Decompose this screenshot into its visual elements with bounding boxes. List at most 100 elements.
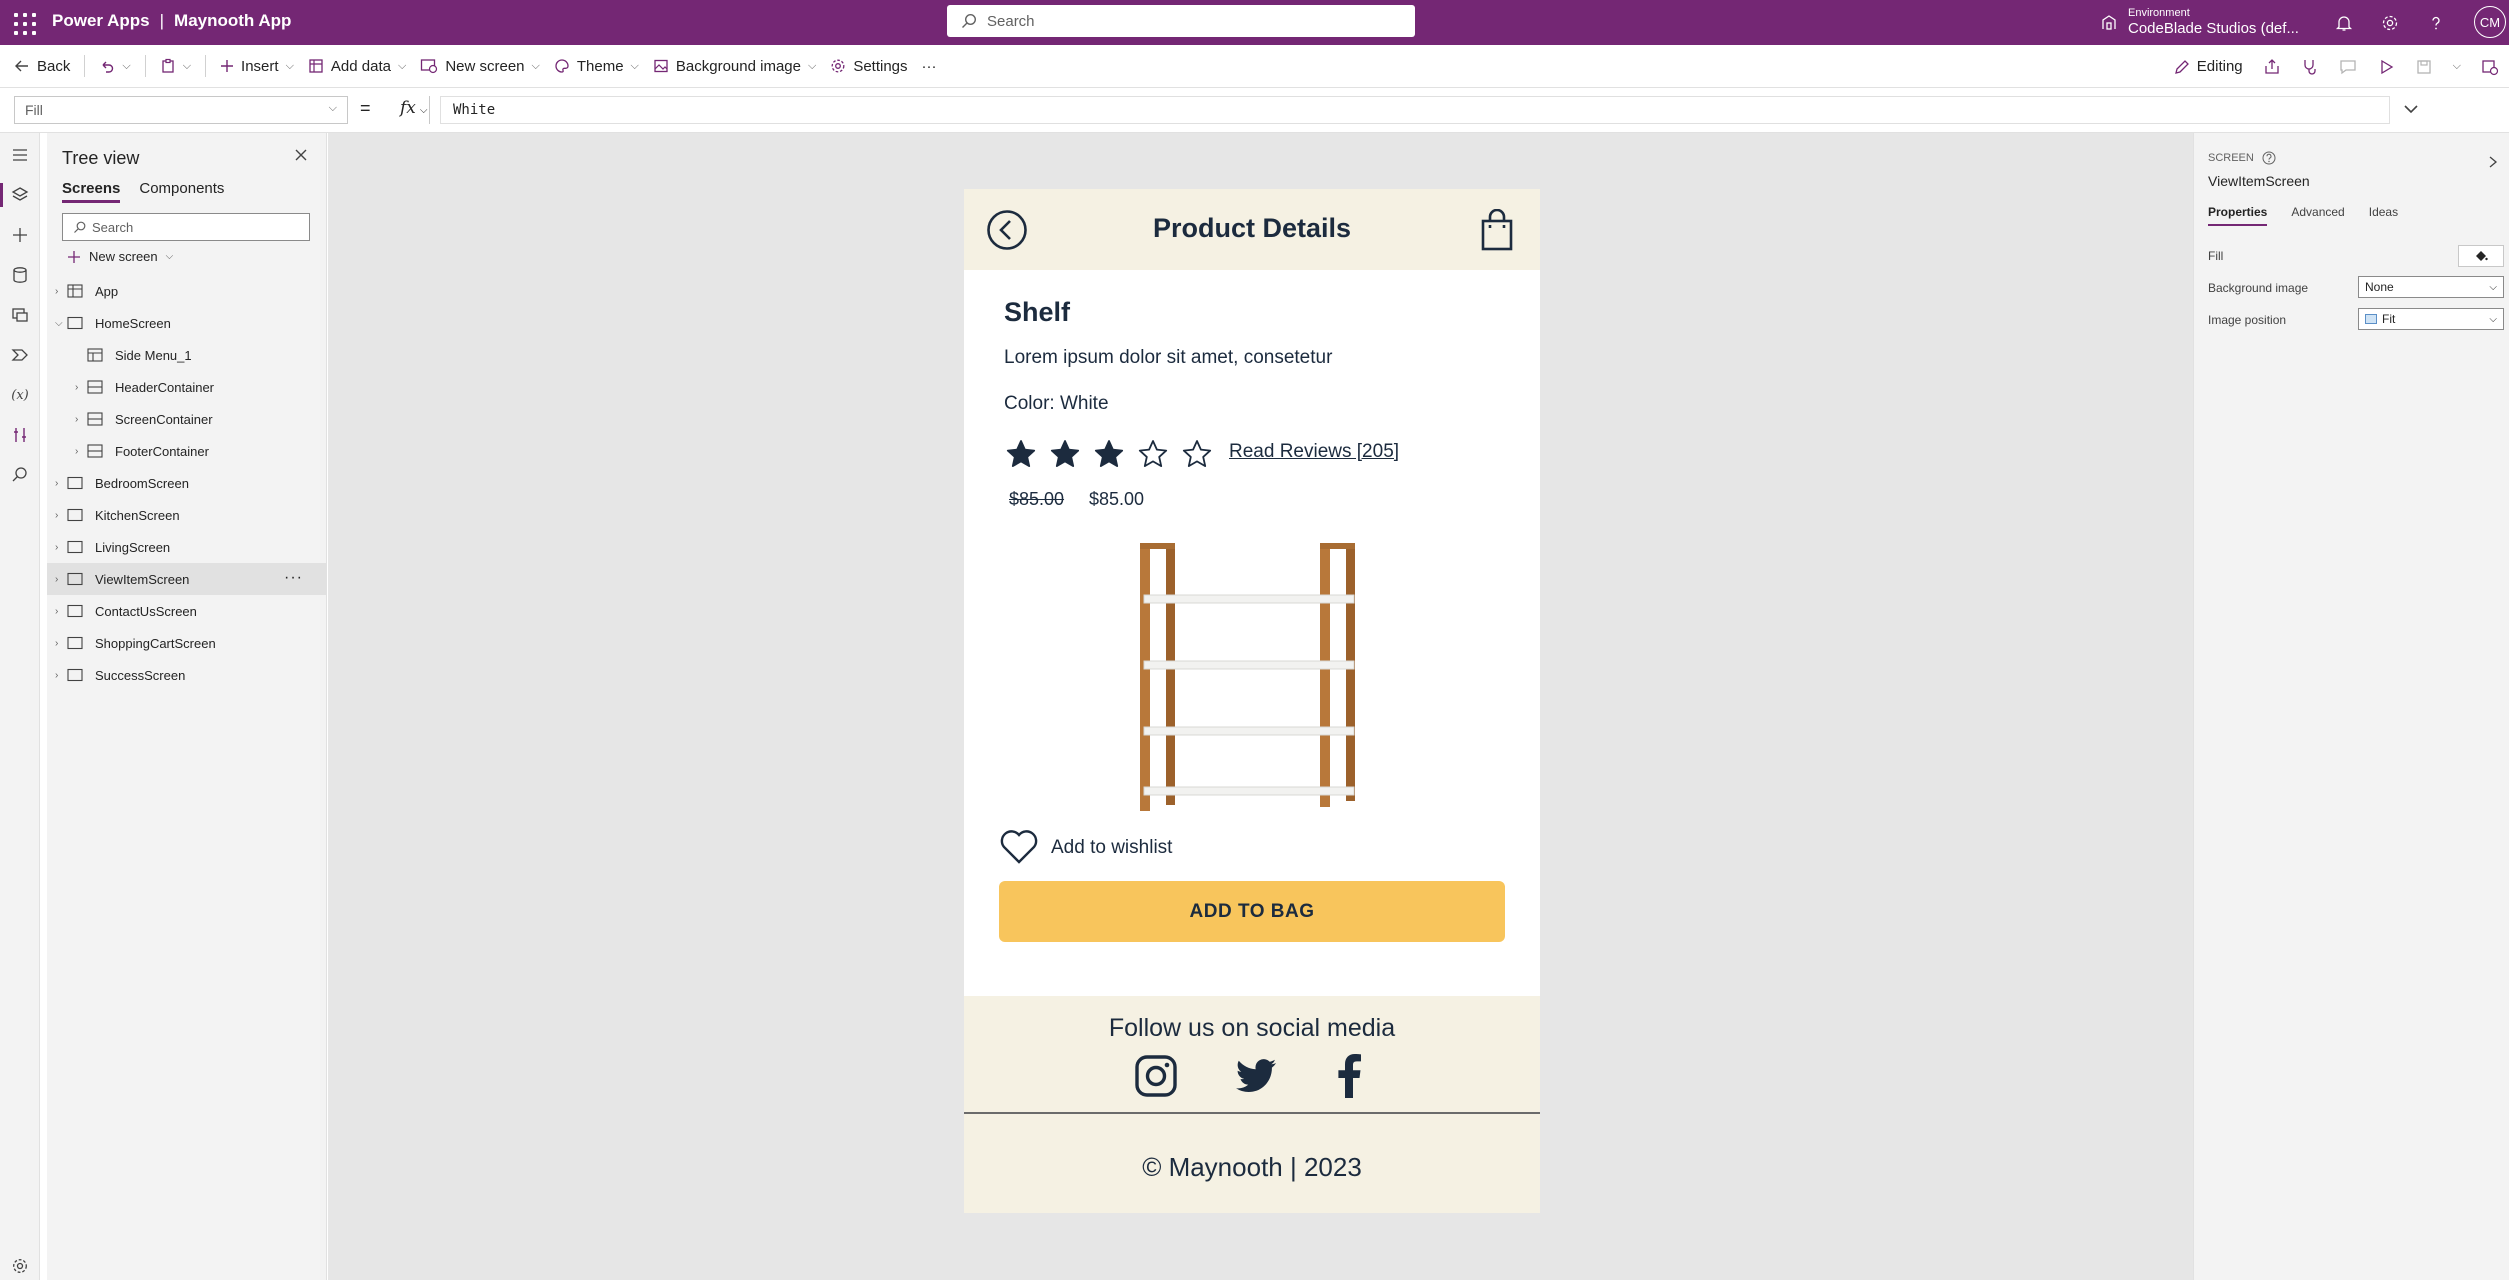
image-position-dropdown[interactable]: Fit ⌵ <box>2358 308 2504 330</box>
new-screen-tree-button[interactable]: New screen ⌵ <box>67 249 173 264</box>
product-name: Power Apps <box>52 11 150 30</box>
heart-icon[interactable] <box>999 829 1039 865</box>
new-screen-button[interactable]: New screen ⌵ <box>420 58 540 75</box>
tree-item-screencontainer[interactable]: › ScreenContainer <box>47 403 327 435</box>
tools-icon[interactable] <box>8 423 32 447</box>
tree-item-livingscreen[interactable]: › LivingScreen <box>47 531 327 563</box>
tree-item-shoppingcartscreen[interactable]: › ShoppingCartScreen <box>47 627 327 659</box>
property-dropdown[interactable]: Fill ⌵ <box>14 96 348 124</box>
tree-item-footercontainer[interactable]: › FooterContainer <box>47 435 327 467</box>
more-options-icon[interactable]: ··· <box>284 569 303 587</box>
help-icon[interactable] <box>2422 9 2450 37</box>
star-filled-icon[interactable] <box>1092 437 1126 471</box>
tree-item-contactusscreen[interactable]: › ContactUsScreen <box>47 595 327 627</box>
star-filled-icon[interactable] <box>1004 437 1038 471</box>
tree-item-successscreen[interactable]: › SuccessScreen <box>47 659 327 691</box>
chevron-down-icon[interactable] <box>2400 98 2422 120</box>
plus-icon[interactable] <box>8 223 32 247</box>
insert-button[interactable]: Insert ⌵ <box>220 58 294 75</box>
close-icon[interactable] <box>293 147 309 163</box>
theme-button[interactable]: Theme ⌵ <box>554 58 639 75</box>
read-reviews-link[interactable]: Read Reviews [205] <box>1229 441 1399 463</box>
star-outline-icon[interactable] <box>1136 437 1170 471</box>
facebook-icon[interactable] <box>1334 1054 1364 1098</box>
chevron-right-icon[interactable]: › <box>55 670 67 681</box>
tree-item-kitchenscreen[interactable]: › KitchenScreen <box>47 499 327 531</box>
chevron-right-icon[interactable]: › <box>55 574 67 585</box>
gear-icon[interactable] <box>2376 9 2404 37</box>
tree-search-input[interactable]: Search <box>62 213 310 241</box>
layers-icon[interactable] <box>0 183 32 207</box>
variables-icon[interactable]: (x) <box>8 383 32 407</box>
media-icon[interactable] <box>8 303 32 327</box>
background-image-value: None <box>2365 280 2394 294</box>
background-image-button[interactable]: Background image ⌵ <box>653 58 816 75</box>
tree-search-placeholder: Search <box>92 219 134 235</box>
search-icon <box>74 221 86 233</box>
play-icon[interactable] <box>2377 58 2395 76</box>
chevron-right-icon[interactable]: › <box>55 478 67 489</box>
tree-item-viewitemscreen[interactable]: › ViewItemScreen ··· <box>47 563 327 595</box>
chevron-right-icon[interactable]: › <box>55 606 67 617</box>
background-image-dropdown[interactable]: None ⌵ <box>2358 276 2504 298</box>
tab-ideas[interactable]: Ideas <box>2369 205 2398 226</box>
tree-item-headercontainer[interactable]: › HeaderContainer <box>47 371 327 403</box>
tab-screens[interactable]: Screens <box>62 180 121 203</box>
chevron-right-icon[interactable]: › <box>75 446 87 457</box>
chevron-right-icon[interactable]: › <box>75 382 87 393</box>
shopping-bag-icon[interactable] <box>1481 209 1513 251</box>
add-to-bag-button[interactable]: ADD TO BAG <box>999 881 1505 942</box>
tree-item-app[interactable]: › App <box>47 275 327 307</box>
tree-item-homescreen[interactable]: ⌵ HomeScreen <box>47 307 327 339</box>
chevron-right-icon[interactable]: › <box>55 638 67 649</box>
star-filled-icon[interactable] <box>1048 437 1082 471</box>
avatar[interactable]: CM <box>2474 6 2506 38</box>
table-icon <box>309 59 323 73</box>
chevron-right-icon[interactable]: › <box>55 542 67 553</box>
bell-icon[interactable] <box>2330 9 2358 37</box>
undo-button[interactable]: ⌵ <box>99 58 131 74</box>
instagram-icon[interactable] <box>1134 1054 1178 1098</box>
screen-icon <box>67 316 85 330</box>
add-to-wishlist-label[interactable]: Add to wishlist <box>1051 837 1172 859</box>
chevron-right-icon[interactable]: › <box>55 286 67 297</box>
chevron-right-icon[interactable]: › <box>55 510 67 521</box>
chevron-right-icon[interactable]: › <box>75 414 87 425</box>
back-button[interactable]: Back <box>14 58 70 75</box>
global-search-input[interactable]: Search <box>947 5 1415 37</box>
fill-label: Fill <box>2208 249 2224 263</box>
tree-item-bedroomscreen[interactable]: › BedroomScreen <box>47 467 327 499</box>
tree-item-side-menu-1[interactable]: Side Menu_1 <box>47 339 327 371</box>
twitter-icon[interactable] <box>1234 1054 1278 1098</box>
database-icon[interactable] <box>8 263 32 287</box>
settings-button[interactable]: Settings <box>830 58 908 75</box>
tab-components[interactable]: Components <box>139 180 224 203</box>
star-outline-icon[interactable] <box>1180 437 1214 471</box>
app-launcher-icon[interactable] <box>10 9 38 37</box>
tab-properties[interactable]: Properties <box>2208 205 2268 226</box>
add-data-button[interactable]: Add data ⌵ <box>308 58 406 75</box>
hamburger-icon[interactable] <box>8 143 32 167</box>
save-icon[interactable] <box>2415 58 2433 76</box>
gear-icon[interactable] <box>8 1254 32 1278</box>
paste-button[interactable]: ⌵ <box>160 58 191 74</box>
app-screen-preview[interactable]: Product Details Shelf Lorem ipsum dolor … <box>964 189 1540 1213</box>
fx-icon[interactable]: fx ⌵ <box>386 96 430 124</box>
chevron-down-icon: ⌵ <box>122 59 131 72</box>
editing-button[interactable]: Editing <box>2174 58 2243 75</box>
search-icon[interactable] <box>8 463 32 487</box>
chevron-down-icon[interactable]: ⌵ <box>55 318 67 329</box>
share-icon[interactable] <box>2263 58 2281 76</box>
chevron-right-icon[interactable] <box>2486 155 2500 169</box>
powerautomate-icon[interactable] <box>8 343 32 367</box>
help-icon[interactable] <box>2262 151 2276 165</box>
chevron-down-icon[interactable]: ⌵ <box>2453 60 2461 73</box>
tab-advanced[interactable]: Advanced <box>2291 205 2344 226</box>
formula-input[interactable]: White <box>440 96 2390 124</box>
stethoscope-icon[interactable] <box>2301 58 2319 76</box>
publish-icon[interactable] <box>2481 58 2499 76</box>
comment-icon[interactable] <box>2339 58 2357 76</box>
fill-color-picker[interactable] <box>2458 245 2504 267</box>
environment-picker[interactable]: Environment CodeBlade Studios (def... <box>2100 2 2299 42</box>
more-commands-button[interactable]: ··· <box>922 58 937 75</box>
